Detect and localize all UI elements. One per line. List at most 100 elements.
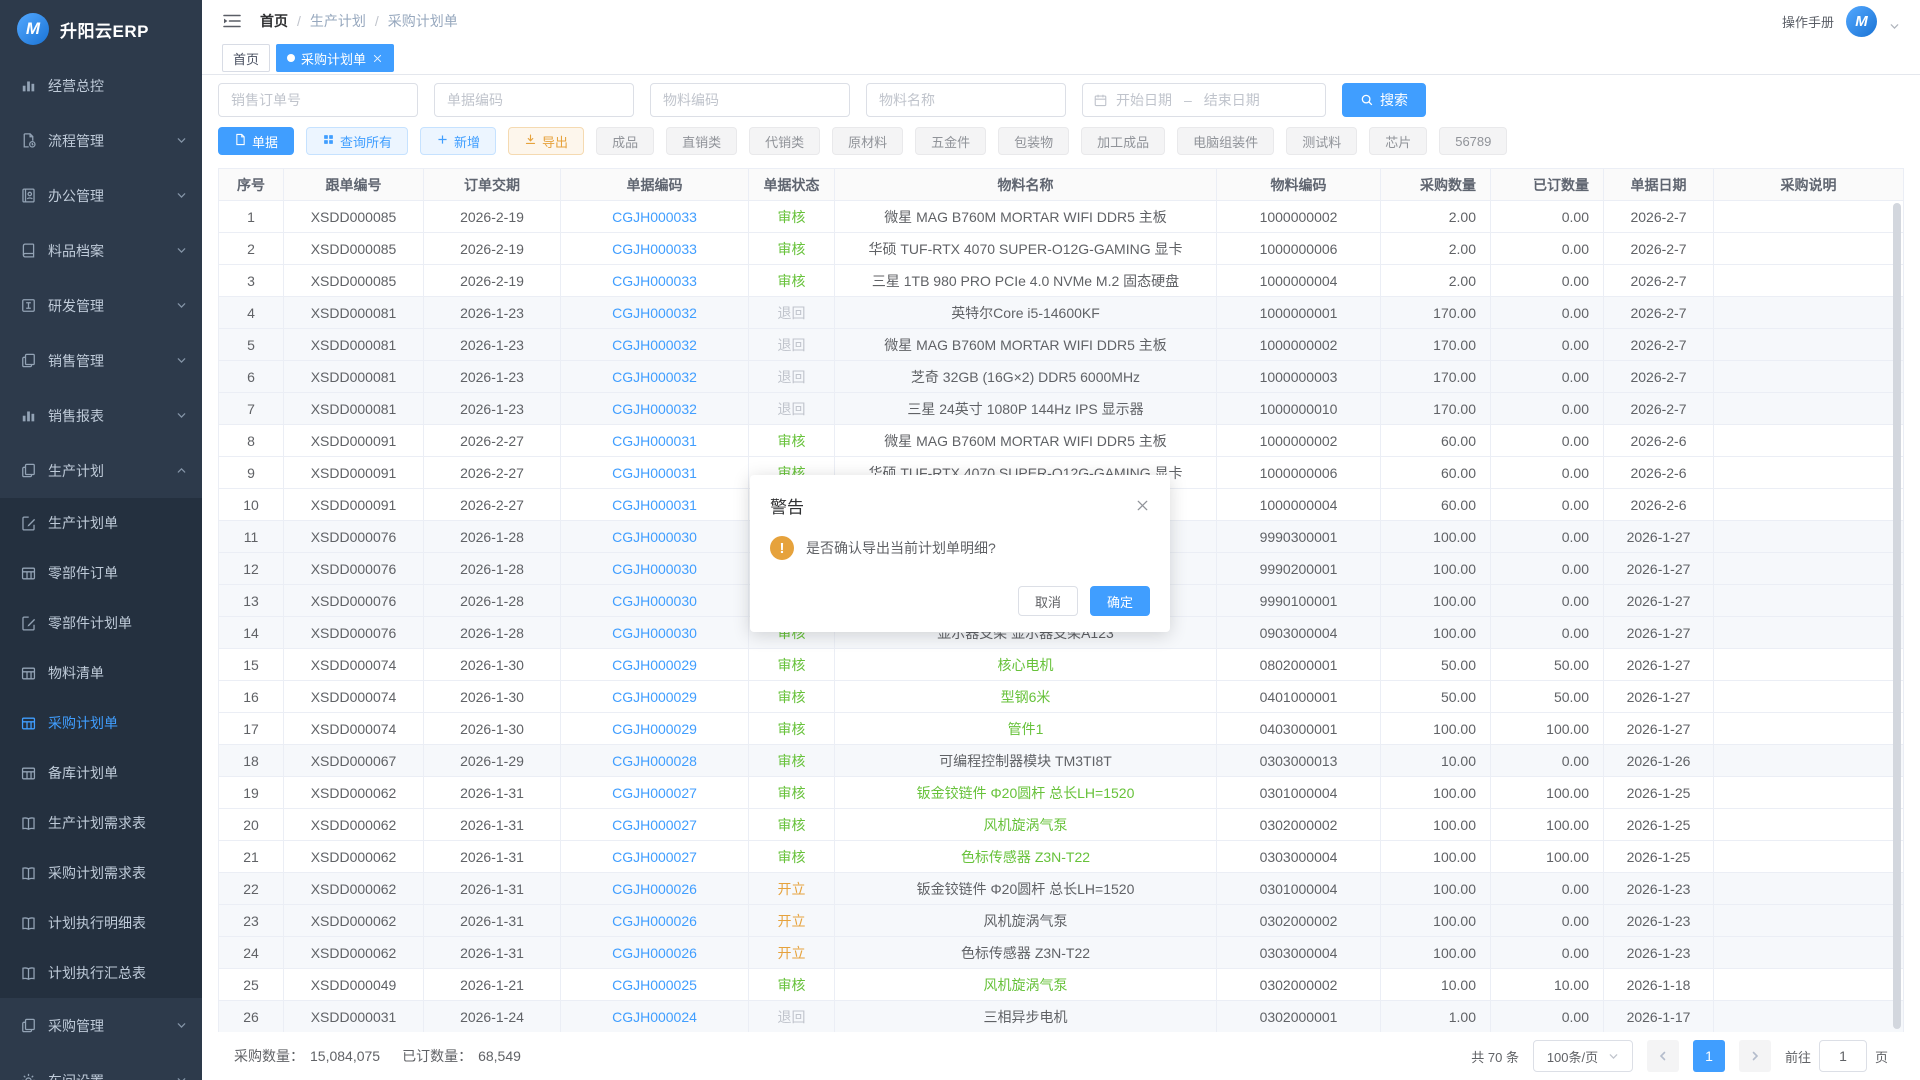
filter-input-doc-code[interactable] [434,83,634,117]
category-button-6[interactable]: 加工成品 [1081,127,1165,155]
doc-code-link[interactable]: CGJH000024 [612,1009,697,1025]
add-new-button[interactable]: 新增 [420,127,496,155]
sidebar-item-rd-mgmt[interactable]: 研发管理 [0,278,202,333]
category-button-4[interactable]: 五金件 [915,127,986,155]
category-button-7[interactable]: 电脑组装件 [1177,127,1274,155]
tab-home[interactable]: 首页 [222,44,270,72]
cancel-button[interactable]: 取消 [1018,586,1078,616]
table-row[interactable]: 7XSDD0000812026-1-23CGJH000032退回三星 24英寸 … [219,393,1903,425]
doc-code-link[interactable]: CGJH000029 [612,657,697,673]
sidebar-item-bom-list[interactable]: 物料清单 [0,648,202,698]
sidebar-item-production-plan[interactable]: 生产计划 [0,443,202,498]
doc-code-link[interactable]: CGJH000030 [612,625,697,641]
table-row[interactable]: 8XSDD0000912026-2-27CGJH000031审核微星 MAG B… [219,425,1903,457]
doc-code-link[interactable]: CGJH000033 [612,273,697,289]
doc-code-link[interactable]: CGJH000031 [612,433,697,449]
doc-code-link[interactable]: CGJH000031 [612,465,697,481]
filter-input-material-name[interactable] [866,83,1066,117]
doc-code-link[interactable]: CGJH000030 [612,561,697,577]
query-all-button[interactable]: 查询所有 [306,127,408,155]
manual-link[interactable]: 操作手册 [1782,12,1834,31]
table-row[interactable]: 5XSDD0000812026-1-23CGJH000032退回微星 MAG B… [219,329,1903,361]
category-button-3[interactable]: 原材料 [832,127,903,155]
table-row[interactable]: 18XSDD0000672026-1-29CGJH000028审核可编程控制器模… [219,745,1903,777]
tab-active[interactable]: 采购计划单 [276,44,394,72]
sidebar-item-parts-plan-order[interactable]: 零部件计划单 [0,598,202,648]
category-button-5[interactable]: 包装物 [998,127,1069,155]
table-row[interactable]: 4XSDD0000812026-1-23CGJH000032退回英特尔Core … [219,297,1903,329]
date-range-picker[interactable]: 开始日期–结束日期 [1082,83,1326,117]
search-button[interactable]: 搜索 [1342,83,1426,117]
close-icon[interactable] [1135,498,1150,513]
collapse-menu-icon[interactable] [222,13,242,29]
sidebar-item-parts-order[interactable]: 零部件订单 [0,548,202,598]
table-row[interactable]: 17XSDD0000742026-1-30CGJH000029审核管件10403… [219,713,1903,745]
table-row[interactable]: 20XSDD0000622026-1-31CGJH000027审核风机旋涡气泵0… [219,809,1903,841]
page-size-select[interactable]: 100条/页 [1533,1040,1633,1072]
sidebar-item-purchase-plan-order[interactable]: 采购计划单 [0,698,202,748]
doc-code-link[interactable]: CGJH000029 [612,689,697,705]
filter-input-sales-order-no[interactable] [218,83,418,117]
category-button-9[interactable]: 芯片 [1369,127,1427,155]
table-row[interactable]: 15XSDD0000742026-1-30CGJH000029审核核心电机080… [219,649,1903,681]
current-page-button[interactable]: 1 [1693,1040,1725,1072]
table-row[interactable]: 3XSDD0000852026-2-19CGJH000033审核三星 1TB 9… [219,265,1903,297]
table-row[interactable]: 26XSDD0000312026-1-24CGJH000024退回三相异步电机0… [219,1001,1903,1032]
doc-code-link[interactable]: CGJH000033 [612,209,697,225]
sidebar-item-office-mgmt[interactable]: 办公管理 [0,168,202,223]
sidebar-item-plan-exec-detail[interactable]: 计划执行明细表 [0,898,202,948]
table-row[interactable]: 23XSDD0000622026-1-31CGJH000026开立风机旋涡气泵0… [219,905,1903,937]
table-row[interactable]: 25XSDD0000492026-1-21CGJH000025审核风机旋涡气泵0… [219,969,1903,1001]
doc-code-link[interactable]: CGJH000032 [612,401,697,417]
sidebar-item-sales-report[interactable]: 销售报表 [0,388,202,443]
sidebar-item-purchase-plan-demand[interactable]: 采购计划需求表 [0,848,202,898]
export-button[interactable]: 导出 [508,127,584,155]
category-button-0[interactable]: 成品 [596,127,654,155]
doc-code-link[interactable]: CGJH000026 [612,881,697,897]
doc-code-link[interactable]: CGJH000027 [612,817,697,833]
sidebar-item-purchase-mgmt[interactable]: 采购管理 [0,998,202,1053]
sidebar-item-workshop-settings[interactable]: 车间设置 [0,1053,202,1080]
table-row[interactable]: 19XSDD0000622026-1-31CGJH000027审核钣金铰链件 Φ… [219,777,1903,809]
scrollbar-thumb[interactable] [1893,203,1901,1029]
table-row[interactable]: 22XSDD0000622026-1-31CGJH000026开立钣金铰链件 Φ… [219,873,1903,905]
doc-code-link[interactable]: CGJH000030 [612,529,697,545]
category-button-8[interactable]: 测试料 [1286,127,1357,155]
doc-code-link[interactable]: CGJH000032 [612,369,697,385]
doc-code-link[interactable]: CGJH000033 [612,241,697,257]
doc-code-link[interactable]: CGJH000029 [612,721,697,737]
next-page-button[interactable] [1739,1040,1771,1072]
doc-code-link[interactable]: CGJH000025 [612,977,697,993]
table-row[interactable]: 2XSDD0000852026-2-19CGJH000033审核华硕 TUF-R… [219,233,1903,265]
sidebar-item-material-archive[interactable]: 料品档案 [0,223,202,278]
sidebar-item-stock-plan-order[interactable]: 备库计划单 [0,748,202,798]
filter-input-material-code[interactable] [650,83,850,117]
doc-code-link[interactable]: CGJH000032 [612,337,697,353]
sidebar-item-sales-mgmt[interactable]: 销售管理 [0,333,202,388]
doc-button[interactable]: 单据 [218,127,294,155]
doc-code-link[interactable]: CGJH000032 [612,305,697,321]
table-row[interactable]: 16XSDD0000742026-1-30CGJH000029审核型钢6米040… [219,681,1903,713]
goto-page-input[interactable] [1819,1040,1867,1072]
doc-code-link[interactable]: CGJH000028 [612,753,697,769]
category-button-1[interactable]: 直销类 [666,127,737,155]
close-icon[interactable] [372,53,383,64]
category-button-2[interactable]: 代销类 [749,127,820,155]
avatar[interactable]: M [1846,6,1877,37]
doc-code-link[interactable]: CGJH000026 [612,913,697,929]
table-row[interactable]: 1XSDD0000852026-2-19CGJH000033审核微星 MAG B… [219,201,1903,233]
doc-code-link[interactable]: CGJH000027 [612,849,697,865]
sidebar-item-production-plan-order[interactable]: 生产计划单 [0,498,202,548]
doc-code-link[interactable]: CGJH000031 [612,497,697,513]
table-row[interactable]: 21XSDD0000622026-1-31CGJH000027审核色标传感器 Z… [219,841,1903,873]
doc-code-link[interactable]: CGJH000030 [612,593,697,609]
prev-page-button[interactable] [1647,1040,1679,1072]
sidebar-item-process-mgmt[interactable]: 流程管理 [0,113,202,168]
breadcrumb-item[interactable]: 生产计划 [310,11,366,31]
table-row[interactable]: 24XSDD0000622026-1-31CGJH000026开立色标传感器 Z… [219,937,1903,969]
doc-code-link[interactable]: CGJH000026 [612,945,697,961]
sidebar-item-plan-exec-summary[interactable]: 计划执行汇总表 [0,948,202,998]
chevron-down-icon[interactable] [1889,21,1900,32]
breadcrumb-item[interactable]: 首页 [260,11,288,31]
confirm-button[interactable]: 确定 [1090,586,1150,616]
